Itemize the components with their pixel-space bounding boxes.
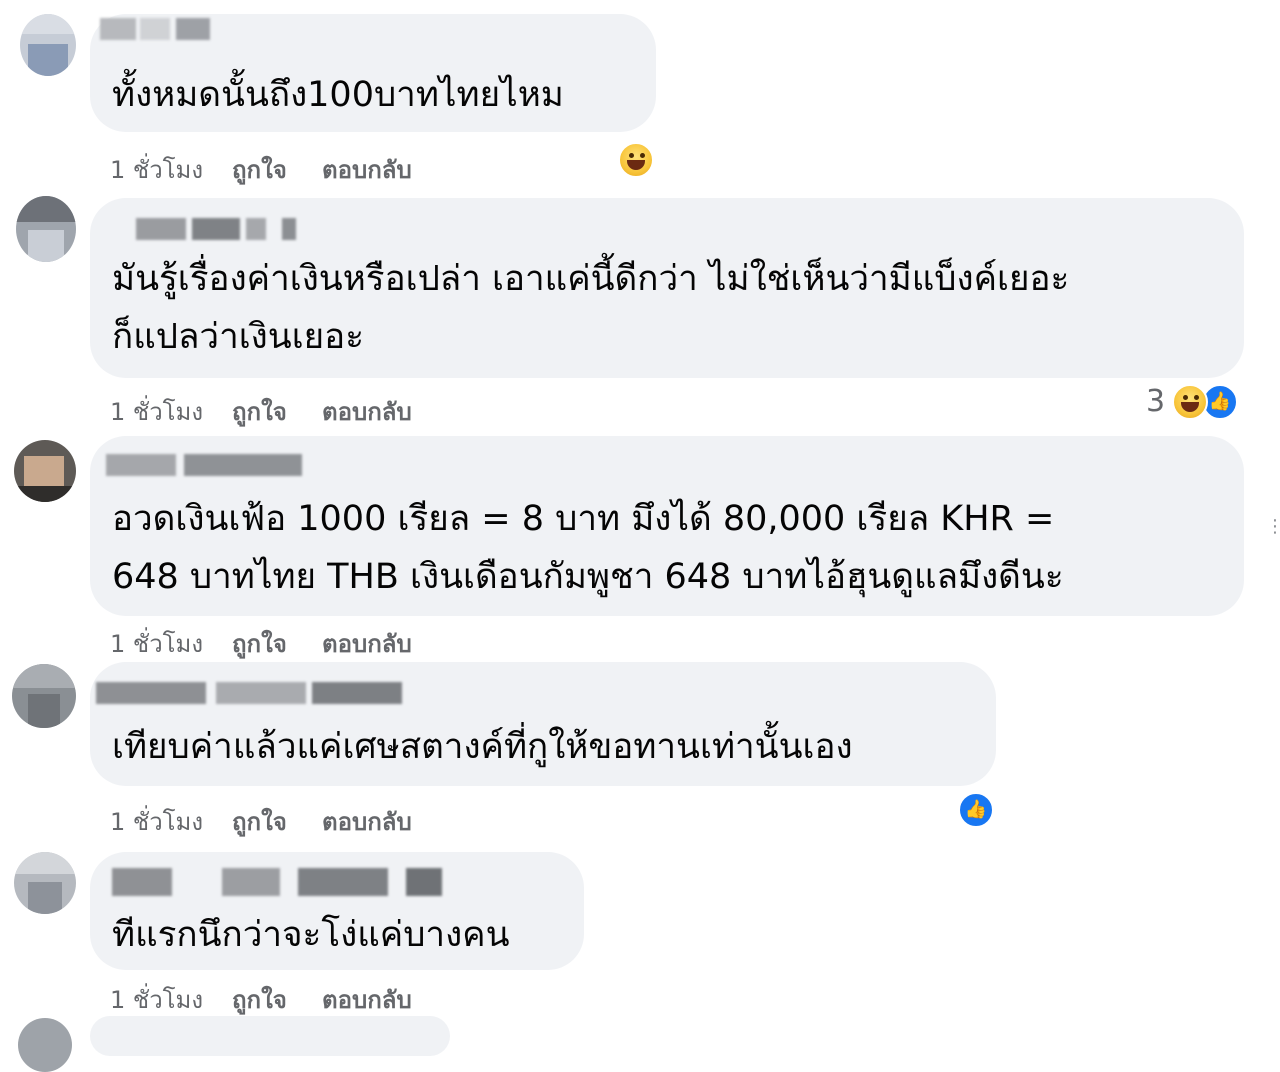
- comment-text: อวดเงินเฟ้อ 1000 เรียล = 8 บาท มึงได้ 80…: [112, 499, 1064, 597]
- comment-meta: 1 ชั่วโมง ถูกใจ ตอบกลับ: [110, 386, 510, 426]
- comment-bubble-partial: [90, 1016, 450, 1056]
- reaction-summary[interactable]: 👍: [958, 792, 998, 832]
- reply-button[interactable]: ตอบกลับ: [322, 624, 412, 663]
- comment-bubble: เทียบค่าแล้วแค่เศษสตางค์ที่กูให้ขอทานเท่…: [90, 662, 996, 786]
- reaction-count: 3: [1146, 384, 1166, 419]
- avatar[interactable]: [16, 196, 76, 262]
- comment-meta: 1 ชั่วโมง ถูกใจ ตอบกลับ: [110, 618, 510, 658]
- comment-bubble: อวดเงินเฟ้อ 1000 เรียล = 8 บาท มึงได้ 80…: [90, 436, 1244, 616]
- reply-button[interactable]: ตอบกลับ: [322, 802, 412, 841]
- reaction-summary[interactable]: [618, 142, 662, 182]
- commenter-name-redacted[interactable]: [96, 682, 402, 704]
- reply-button[interactable]: ตอบกลับ: [322, 150, 412, 189]
- comment-meta: 1 ชั่วโมง ถูกใจ ตอบกลับ: [110, 974, 510, 1014]
- haha-emoji-icon: [618, 142, 654, 178]
- like-icon: 👍: [958, 792, 994, 828]
- commenter-name-redacted[interactable]: [100, 18, 210, 40]
- like-button[interactable]: ถูกใจ: [232, 392, 287, 431]
- avatar[interactable]: [14, 440, 76, 502]
- like-button[interactable]: ถูกใจ: [232, 150, 287, 189]
- comment-time[interactable]: 1 ชั่วโมง: [110, 980, 203, 1019]
- reply-button[interactable]: ตอบกลับ: [322, 392, 412, 431]
- comment-meta: 1 ชั่วโมง ถูกใจ ตอบกลับ: [110, 796, 510, 836]
- like-button[interactable]: ถูกใจ: [232, 802, 287, 841]
- more-options-icon[interactable]: ⋮: [1266, 516, 1280, 537]
- comment-time[interactable]: 1 ชั่วโมง: [110, 392, 203, 431]
- like-button[interactable]: ถูกใจ: [232, 624, 287, 663]
- commenter-name-redacted[interactable]: [112, 868, 442, 896]
- comment-bubble: ทั้งหมดนั้นถึง100บาทไทยไหม: [90, 14, 656, 132]
- comment-time[interactable]: 1 ชั่วโมง: [110, 624, 203, 663]
- commenter-name-redacted[interactable]: [136, 218, 296, 240]
- comment-text: มันรู้เรื่องค่าเงินหรือเปล่า เอาแค่นี้ดี…: [112, 259, 1070, 357]
- avatar[interactable]: [20, 14, 76, 76]
- commenter-name-redacted[interactable]: [106, 454, 302, 476]
- like-button[interactable]: ถูกใจ: [232, 980, 287, 1019]
- comment-bubble: ทีแรกนึกว่าจะโง่แค่บางคน: [90, 852, 584, 970]
- avatar[interactable]: [12, 664, 76, 728]
- haha-emoji-icon: [1172, 384, 1208, 420]
- comment-time[interactable]: 1 ชั่วโมง: [110, 150, 203, 189]
- comment-text: เทียบค่าแล้วแค่เศษสตางค์ที่กูให้ขอทานเท่…: [112, 727, 853, 767]
- avatar[interactable]: [14, 852, 76, 914]
- comment-text: ทั้งหมดนั้นถึง100บาทไทยไหม: [112, 75, 564, 115]
- avatar[interactable]: [18, 1018, 72, 1072]
- reaction-summary[interactable]: 3 👍: [1146, 384, 1246, 424]
- reply-button[interactable]: ตอบกลับ: [322, 980, 412, 1019]
- comment-meta: 1 ชั่วโมง ถูกใจ ตอบกลับ: [110, 144, 510, 184]
- comment-time[interactable]: 1 ชั่วโมง: [110, 802, 203, 841]
- comment-bubble: มันรู้เรื่องค่าเงินหรือเปล่า เอาแค่นี้ดี…: [90, 198, 1244, 378]
- comment-text: ทีแรกนึกว่าจะโง่แค่บางคน: [112, 915, 510, 955]
